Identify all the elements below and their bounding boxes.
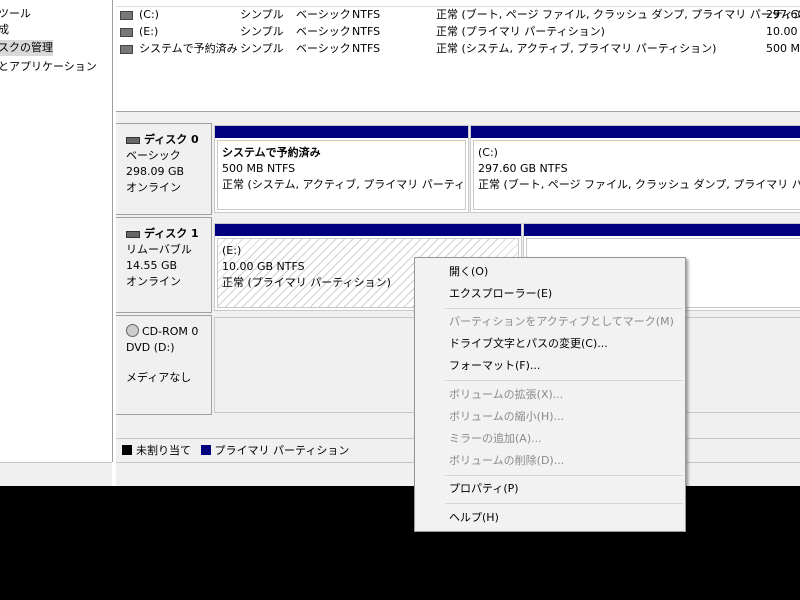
tree-item-disk-management[interactable]: スクの管理 [0,40,53,56]
drive-icon [120,44,133,54]
disk-0-label[interactable]: ディスク 0 ベーシック 298.09 GB オンライン [116,123,212,215]
disk-name: CD-ROM 0 [142,325,199,338]
legend-swatch-primary [200,445,211,455]
menu-separator [445,308,683,309]
menu-item-open[interactable]: 開く(O) [449,263,488,281]
volume-type: ベーシック [296,25,351,38]
partition-system-reserved[interactable]: システムで予約済み 500 MB NTFS 正常 (システム, アクティブ, プ… [214,125,469,213]
volume-capacity: 500 M [766,42,800,55]
tree-status-area [0,462,112,486]
partition-body: (C:) 297.60 GB NTFS 正常 (ブート, ページ ファイル, ク… [473,140,800,210]
cdrom-icon [126,324,139,337]
disk-1-label[interactable]: ディスク 1 リムーバブル 14.55 GB オンライン [116,217,212,313]
volume-fs: NTFS [352,25,381,38]
partition-size: 297.60 GB NTFS [478,162,568,175]
partition-bar [215,224,521,236]
disk-state: オンライン [126,275,181,288]
volume-capacity: 297.60 [766,8,800,21]
volume-list: (C:) シンプル ベーシック NTFS 正常 (ブート, ページ ファイル, … [116,0,800,112]
menu-item-help[interactable]: ヘルプ(H) [449,509,499,527]
tree-item-config[interactable]: 成 [0,22,9,38]
partition-bar [215,126,468,138]
legend-swatch-unallocated [122,445,132,455]
disk-0-row: ディスク 0 ベーシック 298.09 GB オンライン システムで予約済み 5… [116,123,800,215]
menu-item-shrink-volume[interactable]: ボリュームの縮小(H)... [449,408,564,426]
disk-icon [126,230,140,238]
partition-size: 500 MB NTFS [222,162,296,175]
partition-status: 正常 (ブート, ページ ファイル, クラッシュ ダンプ, プライマリ パーティ… [478,178,800,191]
legend-unallocated: 未割り当て [136,444,191,457]
volume-type: ベーシック [296,8,351,21]
menu-separator [445,503,683,504]
volume-fs: NTFS [352,42,381,55]
partition-status: 正常 (システム, アクティブ, プライマリ パーティション) [222,178,466,191]
navigation-tree: ツール 成 スクの管理 とアプリケーション [0,0,113,462]
menu-item-format[interactable]: フォーマット(F)... [449,357,540,375]
menu-separator [445,380,683,381]
disk-kind: ベーシック [126,149,181,162]
cdrom-0-label[interactable]: CD-ROM 0 DVD (D:) メディアなし [116,315,212,415]
menu-item-change-drive-letter[interactable]: ドライブ文字とパスの変更(C)... [449,335,608,353]
volume-status: 正常 (システム, アクティブ, プライマリ パーティション) [436,42,717,55]
volume-list-header[interactable] [116,0,800,7]
partition-bar [471,126,800,138]
disk-name: ディスク 1 [144,227,199,240]
disk-state: メディアなし [126,371,192,384]
disk-state: オンライン [126,181,181,194]
volume-name: (C:) [139,8,159,21]
drive-icon [120,27,133,37]
partition-bar [524,224,800,236]
volume-row[interactable]: システムで予約済み シンプル ベーシック NTFS 正常 (システム, アクティ… [116,41,800,57]
menu-item-explorer[interactable]: エクスプローラー(E) [449,285,552,303]
volume-layout: シンプル [240,25,284,38]
tree-item-services-apps[interactable]: とアプリケーション [0,59,97,75]
partition-title: (C:) [478,146,498,159]
partition-c[interactable]: (C:) 297.60 GB NTFS 正常 (ブート, ページ ファイル, ク… [470,125,800,213]
volume-layout: シンプル [240,42,284,55]
menu-item-delete-volume[interactable]: ボリュームの削除(D)... [449,452,564,470]
menu-item-add-mirror[interactable]: ミラーの追加(A)... [449,430,542,448]
menu-item-extend-volume[interactable]: ボリュームの拡張(X)... [449,386,563,404]
disk-kind: DVD (D:) [126,341,175,354]
context-menu: 開く(O) エクスプローラー(E) パーティションをアクティブとしてマーク(M)… [414,257,686,532]
drive-icon [120,10,133,20]
volume-row[interactable]: (E:) シンプル ベーシック NTFS 正常 (プライマリ パーティション) … [116,24,800,40]
disk-size: 14.55 GB [126,259,178,272]
disk-name: ディスク 0 [144,133,199,146]
volume-status: 正常 (プライマリ パーティション) [436,25,605,38]
legend-primary: プライマリ パーティション [214,444,350,457]
tree-item-tools[interactable]: ツール [0,6,31,22]
partition-title: システムで予約済み [222,146,321,159]
menu-item-mark-active[interactable]: パーティションをアクティブとしてマーク(M) [449,313,674,331]
volume-layout: シンプル [240,8,284,21]
volume-row[interactable]: (C:) シンプル ベーシック NTFS 正常 (ブート, ページ ファイル, … [116,7,800,23]
partition-body: システムで予約済み 500 MB NTFS 正常 (システム, アクティブ, プ… [217,140,466,210]
volume-name: (E:) [139,25,159,38]
volume-capacity: 10.00 [766,25,798,38]
disk-size: 298.09 GB [126,165,185,178]
volume-name: システムで予約済み [139,42,238,55]
disk-icon [126,136,140,144]
menu-separator [445,475,683,476]
volume-status: 正常 (ブート, ページ ファイル, クラッシュ ダンプ, プライマリ パーティ… [436,8,800,21]
menu-item-properties[interactable]: プロパティ(P) [449,480,519,498]
disk-kind: リムーバブル [126,243,192,256]
volume-type: ベーシック [296,42,351,55]
volume-fs: NTFS [352,8,381,21]
